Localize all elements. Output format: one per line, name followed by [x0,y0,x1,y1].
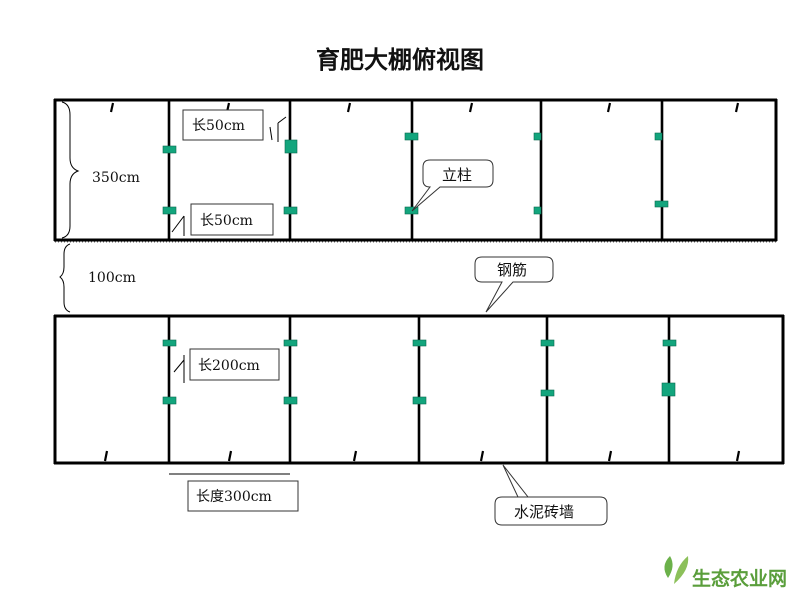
post [404,132,419,141]
leader-line [277,116,287,124]
top-gate-tick [606,102,612,113]
bottom-gate-tick [735,450,741,462]
leader-line [171,215,185,233]
callout-length-300: 长度300cm [169,473,299,512]
depth-350-label: 350cm [92,170,140,186]
callout-text: 长200cm [198,358,260,374]
callout-text: 长50cm [200,213,253,229]
post [284,139,298,154]
bottom-gate-tick [352,450,358,462]
top-gate-tick [468,102,474,113]
leader-line [269,126,273,141]
callout-text: 钢筋 [497,261,527,279]
post [412,396,427,405]
leaf-icon [674,556,689,584]
post [283,206,298,215]
callout-post: 立柱 [411,159,494,212]
post [654,132,663,141]
callout-cement-brick-wall: 水泥砖墙 [494,464,608,526]
callout-text: 立柱 [442,166,472,184]
callout-text: 长度300cm [196,489,272,505]
post [162,145,177,154]
post [162,206,177,215]
diagram-title: 育肥大棚俯视图 [316,45,484,74]
post [662,339,677,347]
post [283,339,298,347]
callout-width-50-lower: 长50cm [171,203,274,236]
bottom-gate-tick [103,450,109,462]
callout-width-50-upper: 长50cm [182,109,287,142]
aisle-100-brace [59,243,71,313]
depth-350-brace [61,101,80,239]
post [283,396,298,405]
top-gate-tick [346,102,352,113]
barn-top-view-diagram: 育肥大棚俯视图 350cm 100cm 长50cm 长50cm 立柱 钢筋 长2… [53,45,787,590]
watermark: 生态农业网 [664,556,787,590]
post [533,132,542,141]
leader-line [173,359,185,373]
bottom-gate-tick [607,450,613,462]
post [533,206,542,215]
aisle-100-label: 100cm [88,270,136,286]
post [654,200,669,208]
bottom-gate-tick [479,450,485,462]
post [162,396,177,405]
post [412,339,427,347]
leaf-icon [664,556,673,578]
callout-text: 长50cm [192,118,245,134]
watermark-text: 生态农业网 [692,567,787,590]
callout-steel-bar: 钢筋 [474,256,554,313]
post [661,382,676,397]
callout-text: 水泥砖墙 [514,503,574,521]
post [162,339,177,347]
post [540,389,555,397]
callout-width-200: 长200cm [173,348,280,383]
post [540,339,555,347]
bottom-gate-tick [227,450,233,462]
top-gate-tick [734,102,740,113]
top-pen-row [53,98,778,242]
bottom-pen-row [53,314,785,465]
top-gate-tick [109,102,115,113]
